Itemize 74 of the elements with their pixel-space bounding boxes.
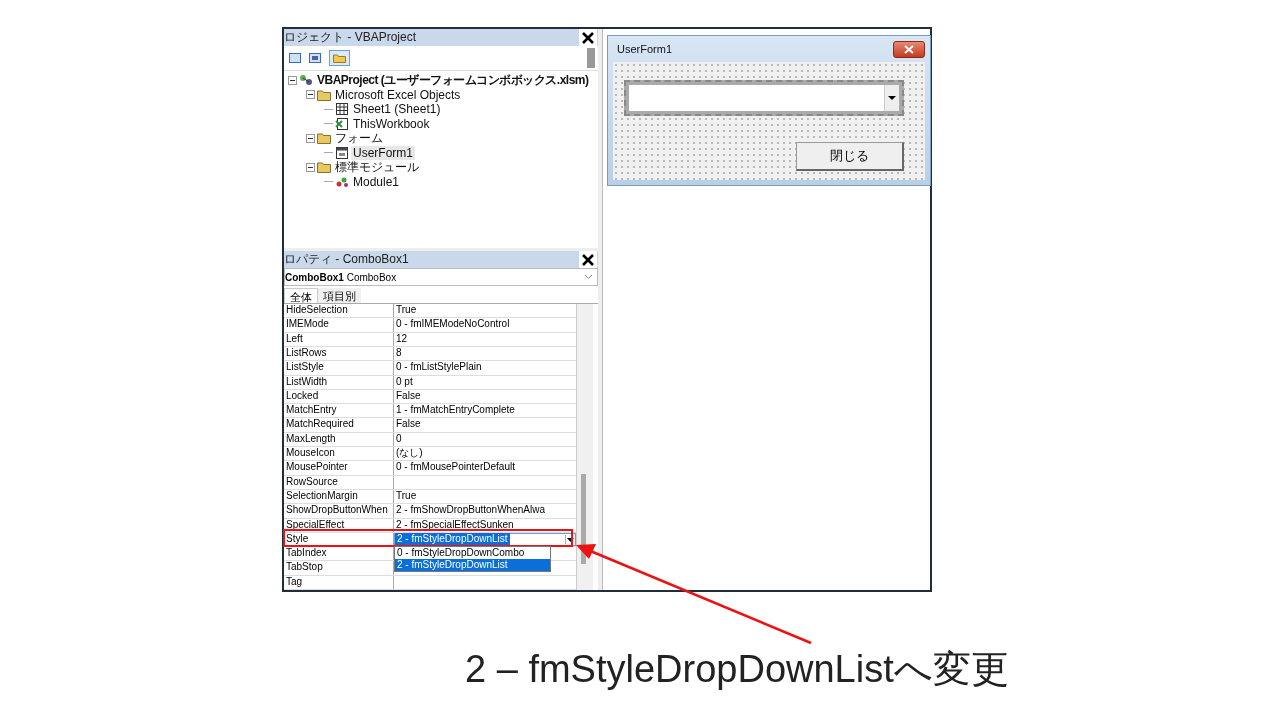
property-value[interactable]: 0 - fmListStylePlain — [394, 361, 576, 375]
expander-icon[interactable] — [306, 90, 315, 100]
folder-icon — [317, 161, 331, 174]
chevron-icon — [584, 274, 593, 281]
property-name[interactable]: SpecialEffect — [284, 518, 394, 532]
tree-item[interactable]: 標準モジュール — [333, 158, 421, 176]
tree-item[interactable]: Microsoft Excel Objects — [333, 87, 463, 102]
property-name[interactable]: SelectionMargin — [284, 489, 394, 504]
property-value[interactable]: 1 - fmMatchEntryComplete — [394, 404, 576, 418]
property-name[interactable]: MaxLength — [284, 432, 394, 447]
property-value[interactable]: 12 — [394, 332, 576, 346]
expander-icon[interactable] — [306, 133, 315, 143]
property-value[interactable]: False — [394, 389, 576, 404]
property-name[interactable]: TabIndex — [284, 547, 394, 561]
dropdown-option[interactable]: 2 - fmStyleDropDownList — [395, 558, 550, 571]
tab[interactable]: 項目別 — [318, 288, 361, 304]
property-value[interactable]: (なし) — [394, 447, 576, 461]
object-dropdown[interactable]: ComboBox1 ComboBox — [284, 268, 598, 287]
tree-item[interactable]: Sheet1 (Sheet1) — [351, 102, 443, 117]
property-name[interactable]: HideSelection — [284, 304, 394, 318]
expander-icon[interactable] — [306, 162, 315, 172]
property-name[interactable]: MouseIcon — [284, 447, 394, 461]
tree-item[interactable]: フォーム — [333, 129, 385, 147]
property-value[interactable]: 0 pt — [394, 375, 576, 389]
folder-icon — [317, 88, 331, 101]
property-name[interactable]: TabStop — [284, 561, 394, 575]
property-name[interactable]: Tag — [284, 575, 394, 589]
property-name[interactable]: IMEMode — [284, 318, 394, 332]
expander-icon[interactable] — [288, 75, 297, 85]
property-name[interactable]: Left — [284, 332, 394, 346]
property-name[interactable]: MousePointer — [284, 461, 394, 475]
close-form-button[interactable]: 閉じる — [796, 142, 904, 171]
property-name[interactable]: ListWidth — [284, 375, 394, 389]
close-button[interactable] — [893, 40, 925, 58]
tree-item[interactable]: ThisWorkbook — [351, 116, 432, 131]
tree-item[interactable]: VBAProject (ユーザーフォームコンボボックス.xlsm) — [315, 71, 591, 89]
tab[interactable]: 全体 — [284, 288, 318, 304]
view-object-icon[interactable] — [309, 53, 321, 63]
caption: 2 – fmStyleDropDownListへ変更 — [465, 648, 1009, 690]
window-title: UserForm1 — [616, 43, 672, 55]
pane-title: ロパティ - ComboBox1 — [284, 251, 409, 269]
property-name[interactable]: Locked — [284, 389, 394, 404]
scrollbar[interactable] — [587, 48, 595, 68]
property-name[interactable]: ShowDropButtonWhen — [284, 504, 394, 518]
close-button[interactable] — [579, 29, 597, 46]
view-code-icon[interactable] — [289, 53, 301, 63]
property-value[interactable]: 0 - fmIMEModeNoControl — [394, 318, 576, 332]
sheet-icon — [335, 103, 349, 116]
project-icon — [299, 74, 313, 87]
property-name[interactable]: MatchEntry — [284, 404, 394, 418]
tree-item[interactable]: Module1 — [351, 174, 402, 189]
tree-item[interactable]: UserForm1 — [351, 145, 415, 160]
property-name[interactable]: RowSource — [284, 475, 394, 489]
module-icon — [335, 175, 349, 188]
close-button[interactable] — [579, 251, 597, 269]
close-icon — [904, 44, 914, 54]
property-value[interactable]: 0 — [394, 432, 576, 447]
folder-icon[interactable] — [333, 53, 346, 63]
folder-icon — [317, 132, 331, 145]
form-icon — [335, 146, 349, 159]
property-value[interactable]: False — [394, 418, 576, 432]
pane-title: ロジェクト - VBAProject — [284, 29, 417, 46]
property-value[interactable]: True — [394, 304, 576, 318]
property-name[interactable]: ListRows — [284, 346, 394, 361]
property-name[interactable]: ListStyle — [284, 361, 394, 375]
property-value[interactable]: True — [394, 489, 576, 504]
property-value[interactable]: 2 - fmSpecialEffectSunken — [394, 518, 576, 532]
property-value[interactable]: 0 - fmMousePointerDefault — [394, 461, 576, 475]
property-value[interactable]: 8 — [394, 346, 576, 361]
dropdown-option[interactable]: 0 - fmStyleDropDownCombo — [395, 546, 550, 559]
dropdown-arrow-icon[interactable] — [565, 534, 575, 544]
workbook-icon — [335, 117, 349, 130]
property-name[interactable]: MatchRequired — [284, 418, 394, 432]
property-value[interactable]: 2 - fmShowDropButtonWhenAlwa — [394, 504, 576, 518]
